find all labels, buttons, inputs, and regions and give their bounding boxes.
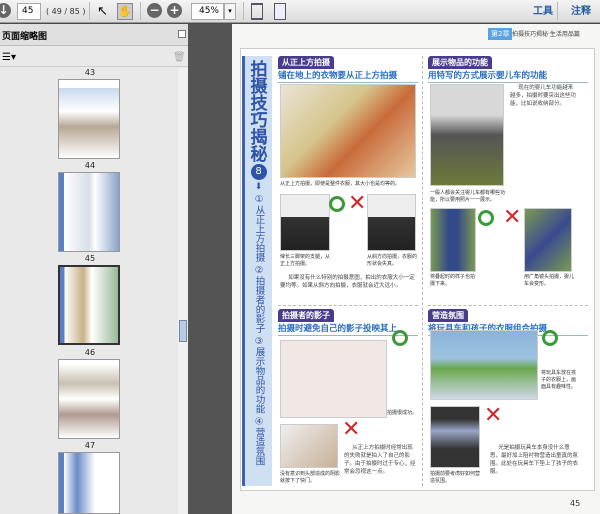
options-menu-icon[interactable]: ☰▾: [2, 52, 16, 63]
side-title: 拍摄技巧揭秘: [246, 60, 267, 162]
section-top-view: 从正上方拍摄 铺在地上的衣物要从正上方拍摄: [278, 56, 418, 83]
caption: 没有意识到头部造成的阴影就按下了快门。: [280, 471, 341, 484]
thumbnail-label: 43: [84, 68, 96, 77]
photo-cloth-ng: [280, 424, 338, 468]
zoom-dropdown-icon[interactable]: ▾: [224, 3, 236, 20]
photo-stroller-ok: [430, 208, 476, 272]
page-thumbnail[interactable]: [58, 79, 120, 159]
caption: 将叠起时的样子也拍摄下来。: [430, 274, 476, 287]
photo-stroller-ng: [524, 208, 572, 272]
collapse-panel-icon[interactable]: [178, 30, 186, 38]
divider: [140, 2, 141, 20]
side-item: ③展示物品的功能: [253, 336, 265, 414]
thumbnail-label: 47: [84, 441, 96, 450]
correct-icon: [392, 330, 408, 346]
section-function: 展示物品的功能 用特写的方式展示婴儿车的功能: [428, 56, 588, 83]
photo-tripod-ok: [280, 194, 330, 251]
wrong-icon: ✕: [348, 191, 367, 216]
caption: 拍摄前要考虑好如何营造氛围。: [430, 471, 481, 484]
zoom-out-button[interactable]: −: [147, 3, 162, 18]
comment-button[interactable]: 注释: [571, 3, 591, 20]
correct-icon: [329, 196, 345, 212]
divider: [557, 2, 558, 20]
correct-icon: [542, 330, 558, 346]
caption: 从正上方拍摄，即使是整件衣服，其大小也是均等的。: [280, 181, 401, 187]
scrollbar-thumb[interactable]: [179, 320, 187, 342]
caption: 一般人都会关注婴儿车都有哪些功能，所以要用照片一一展示。: [430, 190, 506, 203]
page-number: 45: [570, 499, 581, 508]
section-tag: 展示物品的功能: [428, 56, 492, 69]
toolbar: ↓ 45 ( 49 / 85 ) ↖ ✋ − + 45% ▾ 工具 注释: [0, 0, 600, 23]
photo-cloth-ok: [280, 340, 387, 418]
correct-icon: [478, 210, 494, 226]
thumbnails-panel: 页面缩略图 ☰▾ 🗑 43 44 45 46 47: [0, 24, 188, 514]
wrong-icon: ✕: [484, 403, 503, 428]
next-page-button[interactable]: ↓: [0, 3, 11, 18]
wrong-icon: ✕: [503, 205, 522, 230]
page-thumbnail[interactable]: [58, 172, 120, 252]
tools-button[interactable]: 工具: [533, 3, 553, 20]
caption: 俾长三脚架的支腿，从正上方拍摄。: [280, 254, 331, 267]
caption: 拍摄很成功。: [387, 410, 418, 416]
body-text: 现在的婴儿车功能越来越多，拍摄时要突出这些功能，比如说收纳部分。: [510, 85, 577, 107]
side-item: ②拍摄者的影子: [253, 265, 265, 334]
page-thumbnail[interactable]: [58, 359, 120, 439]
side-item: ④营造氛围: [253, 416, 265, 466]
caption: 从斜方向拍摄，衣服的形状会失真。: [367, 254, 418, 267]
page-info: ( 49 / 85 ): [46, 7, 86, 16]
side-number: 8: [250, 164, 267, 180]
caption: 用广角镜头拍摄，婴儿车会变形。: [524, 274, 575, 287]
body-text: 从正上方拍摄时经常出现的失败就是拍入了自己的影子。由于拍摄时过于专心，经常会忽视…: [344, 445, 416, 475]
photo-toy-car-ok: [430, 330, 538, 400]
panel-title: 页面缩略图: [2, 32, 48, 42]
scrollbar[interactable]: [178, 68, 188, 514]
zoom-in-button[interactable]: +: [167, 3, 182, 18]
body-text: 如果没有什么特别的拍摄意图，拍出的衣服大小一定要均等。如果从斜方向拍摄，衣服就会…: [280, 275, 415, 289]
document-page: 第2章 拍摄技巧揭秘·生活用品篇 拍摄技巧揭秘 8 ⬇ ①从正上方拍摄 ②拍摄者…: [232, 24, 600, 514]
hand-tool-icon[interactable]: ✋: [117, 3, 133, 20]
section-subtitle: 用特写的方式展示婴儿车的功能: [428, 69, 588, 83]
section-tag: 从正上方拍摄: [278, 56, 334, 69]
section-subtitle: 铺在地上的衣物要从正上方拍摄: [278, 69, 418, 83]
page-number-input[interactable]: 45: [17, 3, 41, 20]
trash-icon[interactable]: 🗑: [173, 52, 186, 63]
zoom-input[interactable]: 45%: [191, 3, 224, 20]
photo-stroller-detail: [430, 84, 504, 186]
photo-tripod-ng: [367, 194, 416, 251]
divider: [89, 2, 90, 20]
caption: 将玩具车放在孩子的衣服上，画面具有趣味性。: [541, 370, 577, 390]
section-tag: 拍摄者的影子: [278, 309, 334, 322]
page-thumbnail[interactable]: [58, 452, 120, 514]
photo-toy-car-ng: [430, 406, 480, 468]
thumbnail-label: 44: [84, 161, 96, 170]
side-item: ①从正上方拍摄: [253, 194, 265, 262]
body-text: 光是拍摄玩具车本身没什么意思，最好加上陪衬物营造出童真的氛围。此处在玩具车下垫上…: [490, 445, 579, 475]
fit-page-icon[interactable]: [251, 3, 263, 20]
select-tool-icon[interactable]: ↖: [97, 3, 108, 20]
photo-clothes: [280, 84, 416, 178]
fit-width-icon[interactable]: [274, 3, 286, 20]
page-thumbnail-current[interactable]: [58, 265, 120, 345]
divider: [243, 2, 244, 20]
thumbnail-label: 45: [84, 254, 96, 263]
side-tab: 拍摄技巧揭秘 8 ⬇ ①从正上方拍摄 ②拍摄者的影子 ③展示物品的功能 ④营造氛…: [242, 56, 272, 486]
thumbnail-label: 46: [84, 348, 96, 357]
chapter-badge: 第2章: [488, 28, 513, 40]
section-tag: 营造氛围: [428, 309, 468, 322]
chapter-title: 拍摄技巧揭秘·生活用品篇: [512, 31, 580, 38]
wrong-icon: ✕: [342, 417, 361, 442]
